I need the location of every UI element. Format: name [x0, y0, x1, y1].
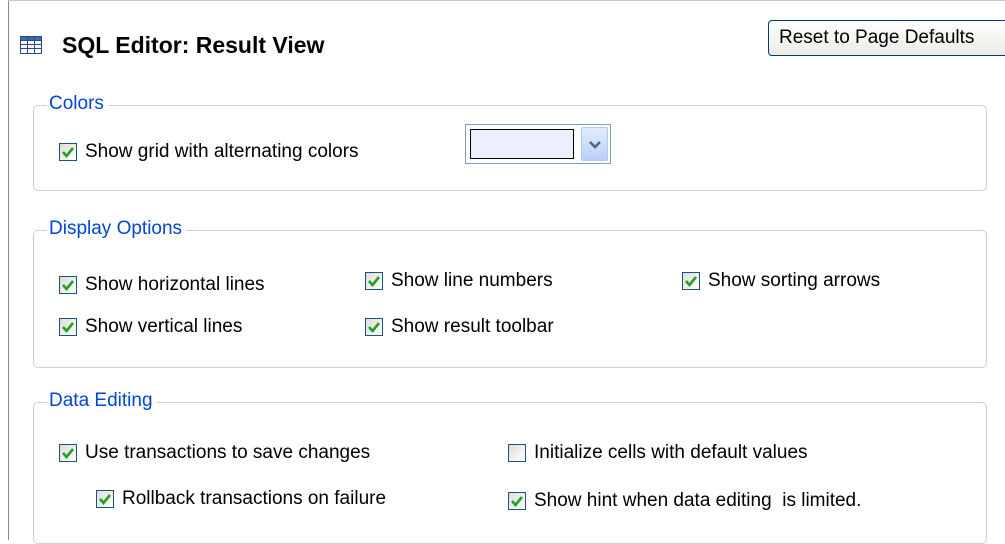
chevron-down-icon	[588, 140, 601, 149]
horizontal-lines-checkbox[interactable]: Show horizontal lines	[59, 274, 265, 296]
checkbox-label: Show horizontal lines	[85, 274, 265, 295]
checkmark-icon	[62, 448, 75, 460]
checkmark-icon	[511, 496, 524, 508]
checkmark-icon	[62, 322, 75, 334]
page-title: SQL Editor: Result View	[62, 31, 325, 58]
checkmark-icon	[685, 276, 698, 288]
reset-to-defaults-button[interactable]: Reset to Page Defaults	[768, 20, 1005, 56]
checkbox-box[interactable]	[96, 490, 114, 508]
initialize-defaults-checkbox[interactable]: Initialize cells with default values	[508, 442, 808, 464]
table-grid-icon	[20, 36, 42, 54]
color-swatch	[470, 129, 574, 159]
data-editing-legend: Data Editing	[47, 389, 157, 413]
rollback-on-failure-checkbox[interactable]: Rollback transactions on failure	[96, 488, 386, 510]
alternating-colors-checkbox[interactable]: Show grid with alternating colors	[59, 141, 359, 163]
sorting-arrows-checkbox[interactable]: Show sorting arrows	[682, 270, 880, 292]
line-numbers-checkbox[interactable]: Show line numbers	[365, 270, 553, 292]
checkbox-box[interactable]	[59, 143, 77, 161]
editing-hint-checkbox[interactable]: Show hint when data editing is limited.	[508, 490, 861, 512]
checkmark-icon	[368, 276, 381, 288]
panel-left-border	[8, 0, 9, 540]
checkbox-label: Show vertical lines	[85, 316, 243, 337]
checkbox-box[interactable]	[682, 272, 700, 290]
checkbox-box[interactable]	[365, 318, 383, 336]
checkbox-label: Show line numbers	[391, 270, 553, 291]
display-options-group: Display Options	[33, 217, 987, 368]
display-options-legend: Display Options	[47, 217, 187, 241]
checkbox-label: Rollback transactions on failure	[122, 488, 387, 509]
checkbox-label: Show grid with alternating colors	[85, 141, 359, 162]
colors-legend: Colors	[47, 92, 108, 116]
checkbox-box[interactable]	[365, 272, 383, 290]
checkbox-box[interactable]	[59, 318, 77, 336]
checkmark-icon	[62, 280, 75, 292]
checkbox-box[interactable]	[59, 444, 77, 462]
checkmark-icon	[368, 322, 381, 334]
checkbox-label: Show sorting arrows	[708, 270, 881, 291]
checkbox-label: Use transactions to save changes	[85, 442, 371, 463]
data-editing-group: Data Editing	[33, 389, 987, 544]
checkbox-label: Show hint when data editing is limited.	[534, 490, 862, 511]
panel-top-border	[8, 0, 1005, 1]
checkbox-box[interactable]	[508, 492, 526, 510]
checkmark-icon	[62, 147, 75, 159]
checkbox-box[interactable]	[59, 276, 77, 294]
result-toolbar-checkbox[interactable]: Show result toolbar	[365, 316, 554, 338]
checkmark-icon	[99, 494, 112, 506]
checkbox-label: Initialize cells with default values	[534, 442, 808, 463]
checkbox-box[interactable]	[508, 444, 526, 462]
color-dropdown-button[interactable]	[581, 127, 608, 161]
alternating-color-picker[interactable]	[465, 124, 611, 164]
page-header: SQL Editor: Result View	[20, 25, 324, 65]
vertical-lines-checkbox[interactable]: Show vertical lines	[59, 316, 242, 338]
use-transactions-checkbox[interactable]: Use transactions to save changes	[59, 442, 370, 464]
checkbox-label: Show result toolbar	[391, 316, 554, 337]
